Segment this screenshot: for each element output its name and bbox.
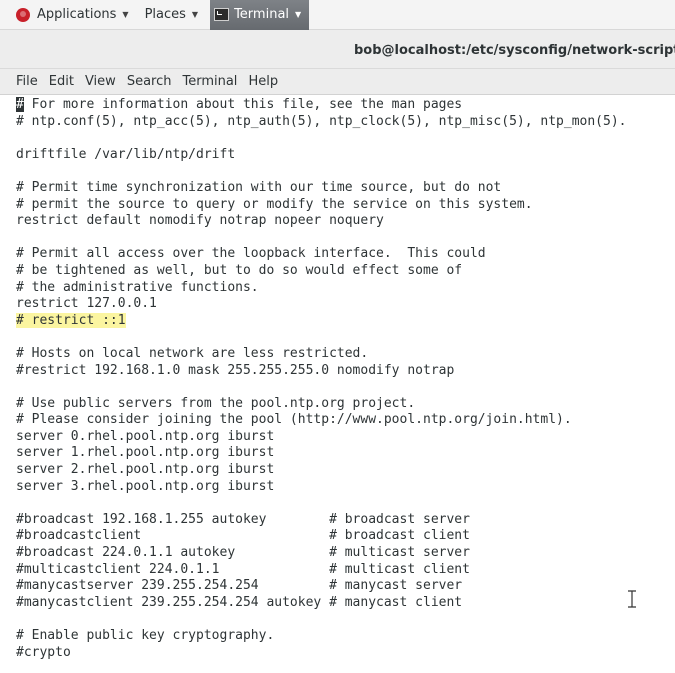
terminal-line: #broadcast 224.0.1.1 autokey # multicast… xyxy=(16,545,470,561)
terminal-line: #crypto xyxy=(16,644,71,660)
menu-view[interactable]: View xyxy=(85,74,116,89)
terminal-line: # Permit all access over the loopback in… xyxy=(16,246,486,262)
gnome-foot-icon xyxy=(16,7,30,22)
applications-label: Applications xyxy=(37,7,117,22)
terminal-line: #restrict 192.168.1.0 mask 255.255.255.0… xyxy=(16,362,455,378)
terminal-line: #broadcast 192.168.1.255 autokey # broad… xyxy=(16,511,470,527)
terminal-line: # the administrative functions. xyxy=(16,279,259,295)
cursor-block: # xyxy=(16,97,24,112)
menu-bar: File Edit View Search Terminal Help xyxy=(0,69,675,95)
menu-edit[interactable]: Edit xyxy=(49,74,74,89)
menu-help[interactable]: Help xyxy=(248,74,278,89)
terminal-line: server 3.rhel.pool.ntp.org iburst xyxy=(16,478,275,494)
terminal-line: # ntp.conf(5), ntp_acc(5), ntp_auth(5), … xyxy=(16,113,627,129)
terminal-line: # Permit time synchronization with our t… xyxy=(16,179,502,195)
applications-menu[interactable]: Applications ▼ xyxy=(0,0,137,30)
terminal-line: server 1.rhel.pool.ntp.org iburst xyxy=(16,445,275,461)
top-panel: Applications ▼ Places ▼ Terminal ▼ xyxy=(0,0,675,30)
chevron-down-icon: ▼ xyxy=(191,10,199,19)
places-label: Places xyxy=(144,7,186,22)
window-titlebar[interactable]: bob@localhost:/etc/sysconfig/network-scr… xyxy=(0,30,675,69)
chevron-down-icon: ▼ xyxy=(295,10,302,19)
terminal-line: # restrict ::1 xyxy=(16,312,675,330)
terminal-line: # Use public servers from the pool.ntp.o… xyxy=(16,395,416,411)
terminal-line: # Hosts on local network are less restri… xyxy=(16,345,369,361)
terminal-icon xyxy=(214,8,230,21)
menu-search[interactable]: Search xyxy=(127,74,172,89)
places-menu[interactable]: Places ▼ xyxy=(137,0,207,30)
terminal-app-menu[interactable]: Terminal ▼ xyxy=(210,0,310,30)
terminal-line: # For more information about this file, … xyxy=(16,97,675,114)
terminal-line: #manycastclient 239.255.254.254 autokey … xyxy=(16,594,463,610)
terminal-line: server 2.rhel.pool.ntp.org iburst xyxy=(16,462,275,478)
menu-file[interactable]: File xyxy=(16,74,38,89)
highlighted-line-text: # restrict ::1 xyxy=(16,312,126,328)
menu-terminal[interactable]: Terminal xyxy=(182,74,237,89)
window-title: bob@localhost:/etc/sysconfig/network-scr… xyxy=(354,43,675,58)
terminal-text-area[interactable]: # For more information about this file, … xyxy=(16,97,675,673)
terminal-line: # Enable public key cryptography. xyxy=(16,628,275,643)
terminal-line: restrict 127.0.0.1 xyxy=(16,296,157,312)
terminal-line: # permit the source to query or modify t… xyxy=(16,196,533,212)
terminal-line: #broadcastclient # broadcast client xyxy=(16,528,470,544)
terminal-line: #manycastserver 239.255.254.254 # manyca… xyxy=(16,578,463,594)
terminal-line: driftfile /var/lib/ntp/drift xyxy=(16,146,236,162)
terminal-line: # Please consider joining the pool (http… xyxy=(16,412,572,428)
terminal-line: restrict default nomodify notrap nopeer … xyxy=(16,213,384,229)
terminal-line: # be tightened as well, but to do so wou… xyxy=(16,262,463,278)
chevron-down-icon: ▼ xyxy=(122,10,129,19)
terminal-line: server 0.rhel.pool.ntp.org iburst xyxy=(16,428,275,444)
text-cursor-ibeam-icon xyxy=(627,590,637,608)
terminal-line: #multicastclient 224.0.1.1 # multicast c… xyxy=(16,561,470,577)
terminal-app-label: Terminal xyxy=(234,7,290,22)
line-text: For more information about this file, se… xyxy=(23,97,463,112)
